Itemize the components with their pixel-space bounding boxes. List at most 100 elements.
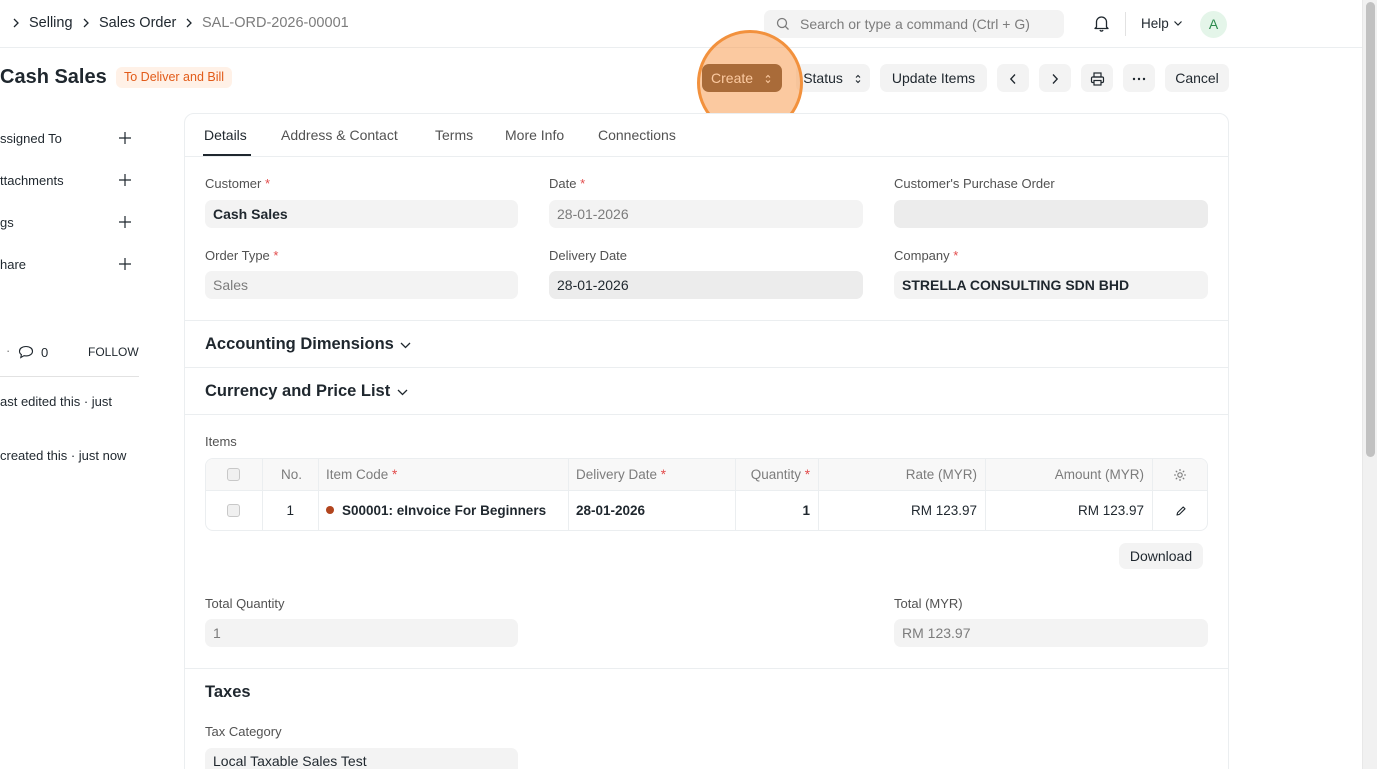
delivery-date-label: Delivery Date [549,248,628,263]
chevron-down-icon[interactable] [396,388,409,397]
accounting-dimensions-section[interactable]: Accounting Dimensions [205,335,394,354]
tab-connections[interactable]: Connections [598,127,676,143]
section-divider [185,668,1228,669]
settings-gear-icon[interactable] [1173,468,1187,482]
chevron-right-icon [1052,74,1059,85]
company-field[interactable]: STRELLA CONSULTING SDN BHD [894,271,1208,299]
plus-icon[interactable] [118,173,132,187]
update-items-button[interactable]: Update Items [880,64,987,92]
search-bar[interactable]: Search or type a command (Ctrl + G) [764,10,1064,38]
chevron-left-icon [1009,74,1016,85]
total-quantity-label: Total Quantity [205,596,285,611]
column-divider [568,459,569,530]
chevron-right-icon [186,18,192,28]
plus-icon[interactable] [118,215,132,229]
col-delivery-date-header: Delivery Date * [576,467,667,482]
col-quantity-header: Quantity * [750,467,810,482]
sidebar-attachments[interactable]: ttachments [0,173,64,188]
sidebar-tags[interactable]: gs [0,215,14,230]
tax-category-field[interactable]: Local Taxable Sales Test [205,748,518,769]
date-label: Date * [549,176,586,191]
plus-icon[interactable] [118,257,132,271]
row-item-code[interactable]: S00001: eInvoice For Beginners [326,503,546,518]
col-item-code-header: Item Code * [326,467,398,482]
follow-button[interactable]: FOLLOW [88,345,139,359]
help-menu[interactable]: Help [1141,16,1169,31]
select-caret-icon [855,75,861,84]
order-type-label: Order Type * [205,248,279,263]
printer-icon [1090,72,1104,86]
row-rate[interactable]: RM 123.97 [818,503,977,518]
row-checkbox[interactable] [227,504,240,517]
sidebar-assigned-to[interactable]: ssigned To [0,131,62,146]
tabs-divider [185,156,1228,157]
col-amount-header: Amount (MYR) [1054,467,1144,482]
next-doc-button[interactable] [1039,64,1071,92]
tab-details[interactable]: Details [204,127,247,143]
section-divider [185,320,1228,321]
activity-last-edited: ast edited this · just [0,394,112,409]
row-delivery-date[interactable]: 28-01-2026 [576,503,645,518]
chevron-down-icon[interactable] [399,341,412,350]
tab-terms[interactable]: Terms [435,127,473,143]
cancel-button[interactable]: Cancel [1165,64,1229,92]
more-actions-button[interactable] [1123,64,1155,92]
activity-created: created this · just now [0,448,127,463]
user-avatar[interactable]: A [1200,11,1227,38]
search-placeholder: Search or type a command (Ctrl + G) [800,16,1030,32]
tab-more-info[interactable]: More Info [505,127,564,143]
row-amount: RM 123.97 [1077,503,1144,518]
order-type-field[interactable]: Sales [205,271,518,299]
total-label: Total (MYR) [894,596,963,611]
column-divider [1152,459,1153,530]
delivery-date-field[interactable]: 28-01-2026 [549,271,863,299]
ellipsis-icon [1132,78,1146,81]
notification-bell-icon[interactable] [1093,14,1110,32]
create-button-label: Create [711,70,754,86]
taxes-section-title: Taxes [205,683,251,701]
section-divider [185,414,1228,415]
col-rate-header: Rate (MYR) [905,467,977,482]
plus-icon[interactable] [118,131,132,145]
previous-doc-button[interactable] [997,64,1029,92]
print-button[interactable] [1081,64,1113,92]
create-button[interactable]: Create [702,64,782,92]
status-button-label: Status [803,70,843,86]
search-icon [776,17,789,30]
total-quantity-field: 1 [205,619,518,647]
breadcrumb-sales-order[interactable]: Sales Order [99,15,176,31]
select-caret-icon [765,75,771,84]
customer-po-field[interactable] [894,200,1208,228]
download-button[interactable]: Download [1119,543,1203,569]
status-dot-icon [326,506,334,514]
status-button[interactable]: Status [796,64,870,92]
currency-price-list-section[interactable]: Currency and Price List [205,382,390,401]
company-label: Company * [894,248,959,263]
chevron-right-icon [13,18,19,28]
items-table: No. Item Code * Delivery Date * Quantity… [205,458,1208,531]
edit-pencil-icon[interactable] [1175,505,1187,517]
top-navbar: Selling Sales Order SAL-ORD-2026-00001 S… [0,0,1362,48]
navbar-divider [1125,12,1126,36]
page-scrollbar[interactable] [1362,0,1377,769]
tab-address-contact[interactable]: Address & Contact [281,127,398,143]
col-no-header: No. [280,467,302,482]
separator-dot: · [6,343,11,358]
sidebar-divider [0,376,139,377]
customer-field[interactable]: Cash Sales [205,200,518,228]
items-label: Items [205,434,237,449]
select-all-checkbox[interactable] [227,468,240,481]
row-no: 1 [286,503,294,518]
date-field[interactable]: 28-01-2026 [549,200,863,228]
status-badge: To Deliver and Bill [116,67,233,88]
chevron-right-icon [83,18,89,28]
sidebar-share[interactable]: hare [0,257,26,272]
tax-category-label: Tax Category [205,724,282,739]
section-divider [185,367,1228,368]
breadcrumb-selling[interactable]: Selling [29,15,73,31]
breadcrumb-current-doc[interactable]: SAL-ORD-2026-00001 [202,15,349,31]
scrollbar-thumb[interactable] [1366,2,1375,457]
row-quantity[interactable]: 1 [735,503,810,518]
column-divider [318,459,319,530]
page-title: Cash Sales [0,66,107,88]
